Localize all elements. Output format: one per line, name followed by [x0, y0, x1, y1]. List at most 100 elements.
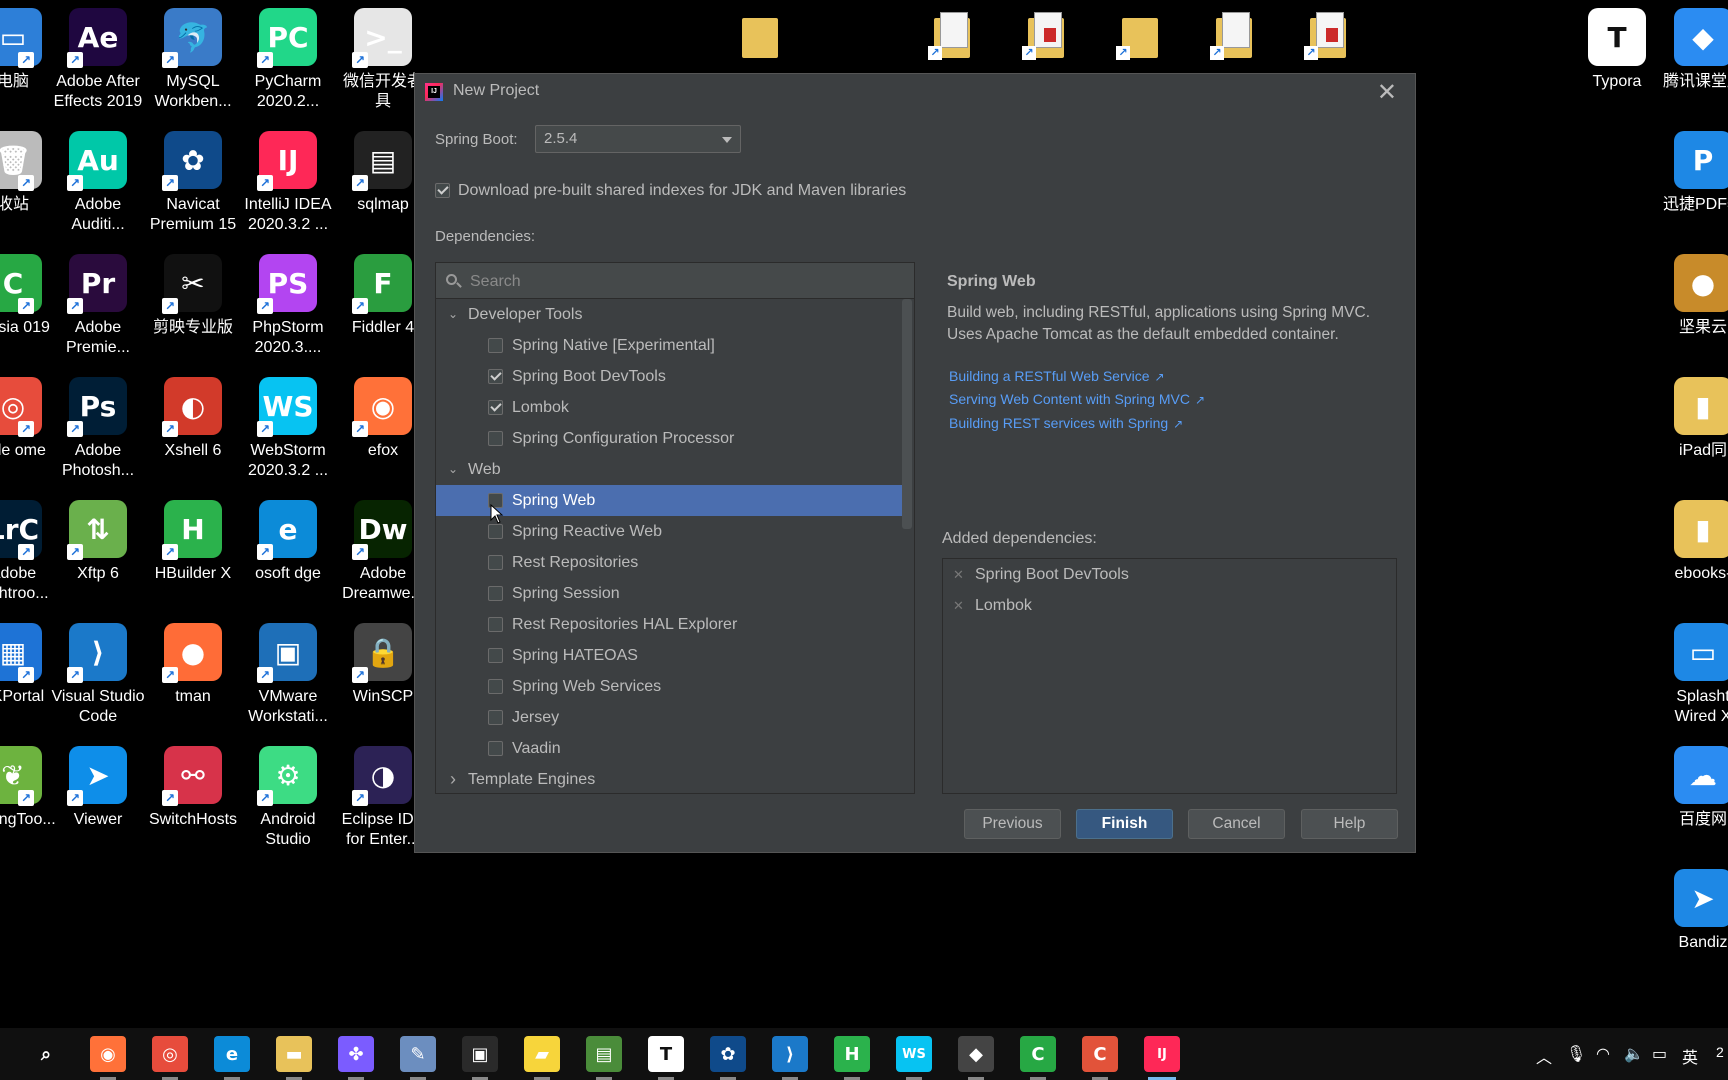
desktop-icon[interactable]: H ↗ HBuilder X	[146, 500, 240, 584]
tree-scrollbar[interactable]	[902, 299, 912, 529]
desktop-icon[interactable]: 🐬 ↗ MySQL Workben...	[146, 8, 240, 112]
desktop-icon[interactable]: ⟩ ↗ Visual Studio Code	[51, 623, 145, 727]
desktop-icon[interactable]: ⚙ ↗ Android Studio	[241, 746, 335, 850]
guide-link-restful-web-service[interactable]: Building a RESTful Web Service ↗	[949, 368, 1165, 384]
close-icon[interactable]: ✕	[1377, 78, 1397, 107]
vscode-icon[interactable]: ⟩	[772, 1036, 808, 1080]
tree-category[interactable]: › Template Engines	[436, 764, 902, 793]
dialog-titlebar[interactable]: IJ New Project ✕	[415, 74, 1415, 110]
remove-icon[interactable]: ✕	[953, 590, 964, 621]
desktop-icon[interactable]: e ↗ osoft dge	[241, 500, 335, 584]
chevron-right-icon[interactable]: ›	[446, 764, 460, 793]
clock[interactable]: 2	[1716, 1044, 1724, 1060]
tree-item[interactable]: Spring Session	[436, 578, 902, 609]
hbuilder-icon[interactable]: H	[834, 1036, 870, 1080]
desktop-icon[interactable]: P 迅捷PDF器	[1656, 131, 1728, 215]
tree-item[interactable]: Spring Web	[436, 485, 902, 516]
dependency-checkbox[interactable]	[488, 555, 503, 570]
download-indexes-checkbox[interactable]	[435, 183, 450, 199]
desktop-icon[interactable]: ▭ Splasht Wired X	[1656, 623, 1728, 727]
desktop-icon[interactable]: PC ↗ PyCharm 2020.2...	[241, 8, 335, 112]
tree-item[interactable]: Vaadin	[436, 733, 902, 764]
help-button[interactable]: Help	[1301, 809, 1398, 839]
desktop-icon[interactable]: T Typora	[1570, 8, 1664, 92]
tree-item[interactable]: Spring Configuration Processor	[436, 423, 902, 454]
dependency-checkbox[interactable]	[488, 338, 503, 353]
dependency-checkbox[interactable]	[488, 741, 503, 756]
desktop-icon[interactable]: WS ↗ WebStorm 2020.3.2 ...	[241, 377, 335, 481]
dependency-checkbox[interactable]	[488, 648, 503, 663]
folder-icon[interactable]	[742, 12, 778, 58]
git-icon[interactable]: ◆	[958, 1036, 994, 1080]
desktop-icon[interactable]: ➤ Bandiz	[1656, 869, 1728, 953]
app-icon[interactable]: ✤	[338, 1036, 374, 1080]
sticky-notes-icon[interactable]: ▰	[524, 1036, 560, 1080]
dependency-checkbox[interactable]	[488, 617, 503, 632]
camtasia-icon[interactable]: C	[1020, 1036, 1056, 1080]
previous-button[interactable]: Previous	[964, 809, 1061, 839]
tree-category[interactable]: ⌄ Developer Tools	[436, 299, 902, 330]
notepad-icon[interactable]: ▤	[586, 1036, 622, 1080]
desktop-icon[interactable]: Ae ↗ Adobe After Effects 2019	[51, 8, 145, 112]
desktop-icon[interactable]: ◆ 腾讯课堂版	[1656, 8, 1728, 92]
chrome-icon[interactable]: ◎	[152, 1036, 188, 1080]
desktop-icon[interactable]: Pr ↗ Adobe Premie...	[51, 254, 145, 358]
dependency-checkbox[interactable]	[488, 369, 503, 384]
desktop-icon[interactable]: Ps ↗ Adobe Photosh...	[51, 377, 145, 481]
cancel-button[interactable]: Cancel	[1188, 809, 1285, 839]
guide-link-rest-services[interactable]: Building REST services with Spring ↗	[949, 415, 1183, 431]
search-input[interactable]	[468, 269, 892, 295]
desktop-icon[interactable]: ⇅ ↗ Xftp 6	[51, 500, 145, 584]
store-icon[interactable]: ▣	[462, 1036, 498, 1080]
tree-item[interactable]: Lombok	[436, 392, 902, 423]
spring-boot-version-select[interactable]: 2.5.4	[535, 125, 741, 153]
dependency-checkbox[interactable]	[488, 710, 503, 725]
guide-link-serving-web-content[interactable]: Serving Web Content with Spring MVC ↗	[949, 391, 1205, 407]
search-icon[interactable]: ⌕	[28, 1036, 64, 1072]
desktop-icon[interactable]: ▮ ebooks-	[1656, 500, 1728, 584]
file-explorer-icon[interactable]: ▬	[276, 1036, 312, 1080]
chevron-up-icon[interactable]: ︿	[1536, 1044, 1552, 1068]
tree-item[interactable]: Spring Web Services	[436, 671, 902, 702]
recorder-icon[interactable]: C	[1082, 1036, 1118, 1080]
microphone-icon[interactable]: 🎙	[1566, 1044, 1586, 1064]
tree-category[interactable]: ⌄ Web	[436, 454, 902, 485]
dependency-checkbox[interactable]	[488, 679, 503, 694]
navicat-icon[interactable]: ✿	[710, 1036, 746, 1080]
desktop-icon[interactable]: ➤ ↗ Viewer	[51, 746, 145, 830]
tree-item[interactable]: Spring Reactive Web	[436, 516, 902, 547]
desktop-icon[interactable]: PS ↗ PhpStorm 2020.3....	[241, 254, 335, 358]
remove-icon[interactable]: ✕	[953, 559, 964, 590]
desktop-icon[interactable]: ✂ ↗ 剪映专业版	[146, 254, 240, 338]
wifi-icon[interactable]: ◠	[1596, 1044, 1610, 1064]
tree-item[interactable]: Jersey	[436, 702, 902, 733]
tree-item[interactable]: Rest Repositories HAL Explorer	[436, 609, 902, 640]
tree-item[interactable]: Spring Native [Experimental]	[436, 330, 902, 361]
battery-icon[interactable]: ▭	[1652, 1044, 1667, 1064]
pdf-shortcut-icon[interactable]: ↗	[1304, 12, 1346, 60]
tree-item[interactable]: Spring Boot DevTools	[436, 361, 902, 392]
intellij-icon[interactable]: IJ	[1144, 1036, 1180, 1080]
desktop-icon[interactable]: ☁ 百度网	[1656, 746, 1728, 830]
tree-item[interactable]: Spring HATEOAS	[436, 640, 902, 671]
desktop-icon[interactable]: Au ↗ Adobe Auditi...	[51, 131, 145, 235]
desktop-icon[interactable]: ▮ iPad同	[1656, 377, 1728, 461]
desktop-icon[interactable]: ▣ ↗ VMware Workstati...	[241, 623, 335, 727]
edge-icon[interactable]: e	[214, 1036, 250, 1080]
download-indexes-option[interactable]: Download pre-built shared indexes for JD…	[435, 182, 906, 200]
chevron-down-icon[interactable]: ⌄	[446, 299, 460, 330]
document-file-icon[interactable]: ↗	[928, 12, 970, 60]
dependency-checkbox[interactable]	[488, 524, 503, 539]
dependency-checkbox[interactable]	[488, 431, 503, 446]
pdf-file-icon[interactable]: ↗	[1022, 12, 1064, 60]
desktop-icon[interactable]: ⚯ ↗ SwitchHosts	[146, 746, 240, 830]
ime-indicator[interactable]: 英	[1682, 1044, 1698, 1068]
desktop-icon[interactable]: ✿ ↗ Navicat Premium 15	[146, 131, 240, 235]
desktop-icon[interactable]: ● ↗ tman	[146, 623, 240, 707]
paint-icon[interactable]: ✎	[400, 1036, 436, 1080]
folder-shortcut-icon[interactable]: ↗	[1116, 12, 1158, 60]
document-shortcut-icon[interactable]: ↗	[1210, 12, 1252, 60]
finish-button[interactable]: Finish	[1076, 809, 1173, 839]
dependency-checkbox[interactable]	[488, 400, 503, 415]
typora-icon[interactable]: T	[648, 1036, 684, 1080]
